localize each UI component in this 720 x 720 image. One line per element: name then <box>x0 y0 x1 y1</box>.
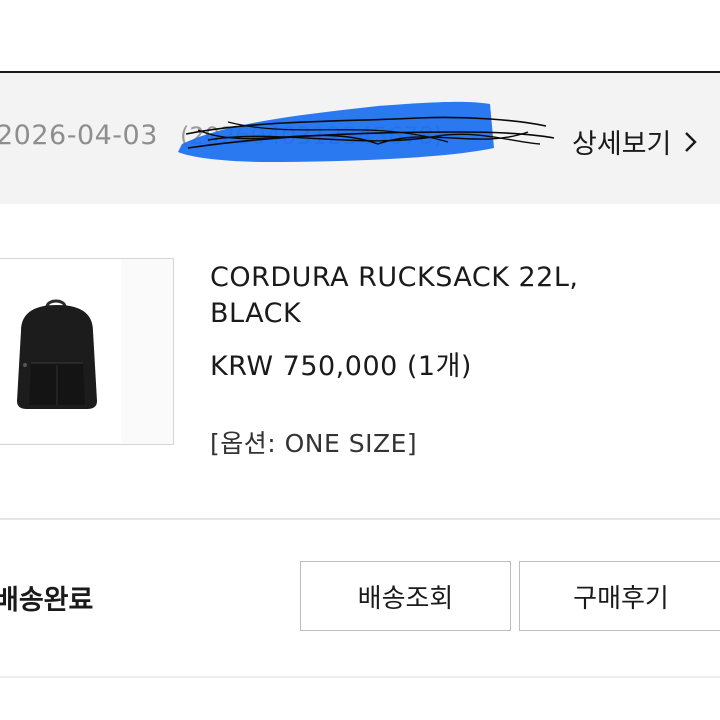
product-thumbnail[interactable] <box>0 258 174 445</box>
product-name[interactable]: CORDURA RUCKSACK 22L, BLACK <box>210 260 650 332</box>
backpack-image <box>17 299 97 409</box>
product-price: KRW 750,000 (1개) <box>210 351 472 382</box>
redaction-scribble <box>178 101 555 162</box>
write-review-button[interactable]: 구매후기 <box>519 561 720 631</box>
order-list-page: 2026-04-03 (2026040312345678) 상세보기 <box>0 0 720 720</box>
product-section: CORDURA RUCKSACK 22L, BLACK KRW 750,000 … <box>0 204 720 518</box>
detail-view-label: 상세보기 <box>572 129 672 160</box>
track-delivery-button[interactable]: 배송조회 <box>300 561 511 631</box>
product-option: [옵션: ONE SIZE] <box>210 429 418 458</box>
chevron-right-icon <box>685 131 698 152</box>
delivery-status-row: 배송완료 배송조회 구매후기 <box>0 520 720 670</box>
detail-view-link[interactable]: 상세보기 <box>572 122 699 161</box>
thumbnail-inner <box>0 259 121 443</box>
delivery-status: 배송완료 <box>0 585 94 616</box>
bottom-divider <box>0 676 720 678</box>
order-date: 2026-04-03 <box>0 120 158 151</box>
